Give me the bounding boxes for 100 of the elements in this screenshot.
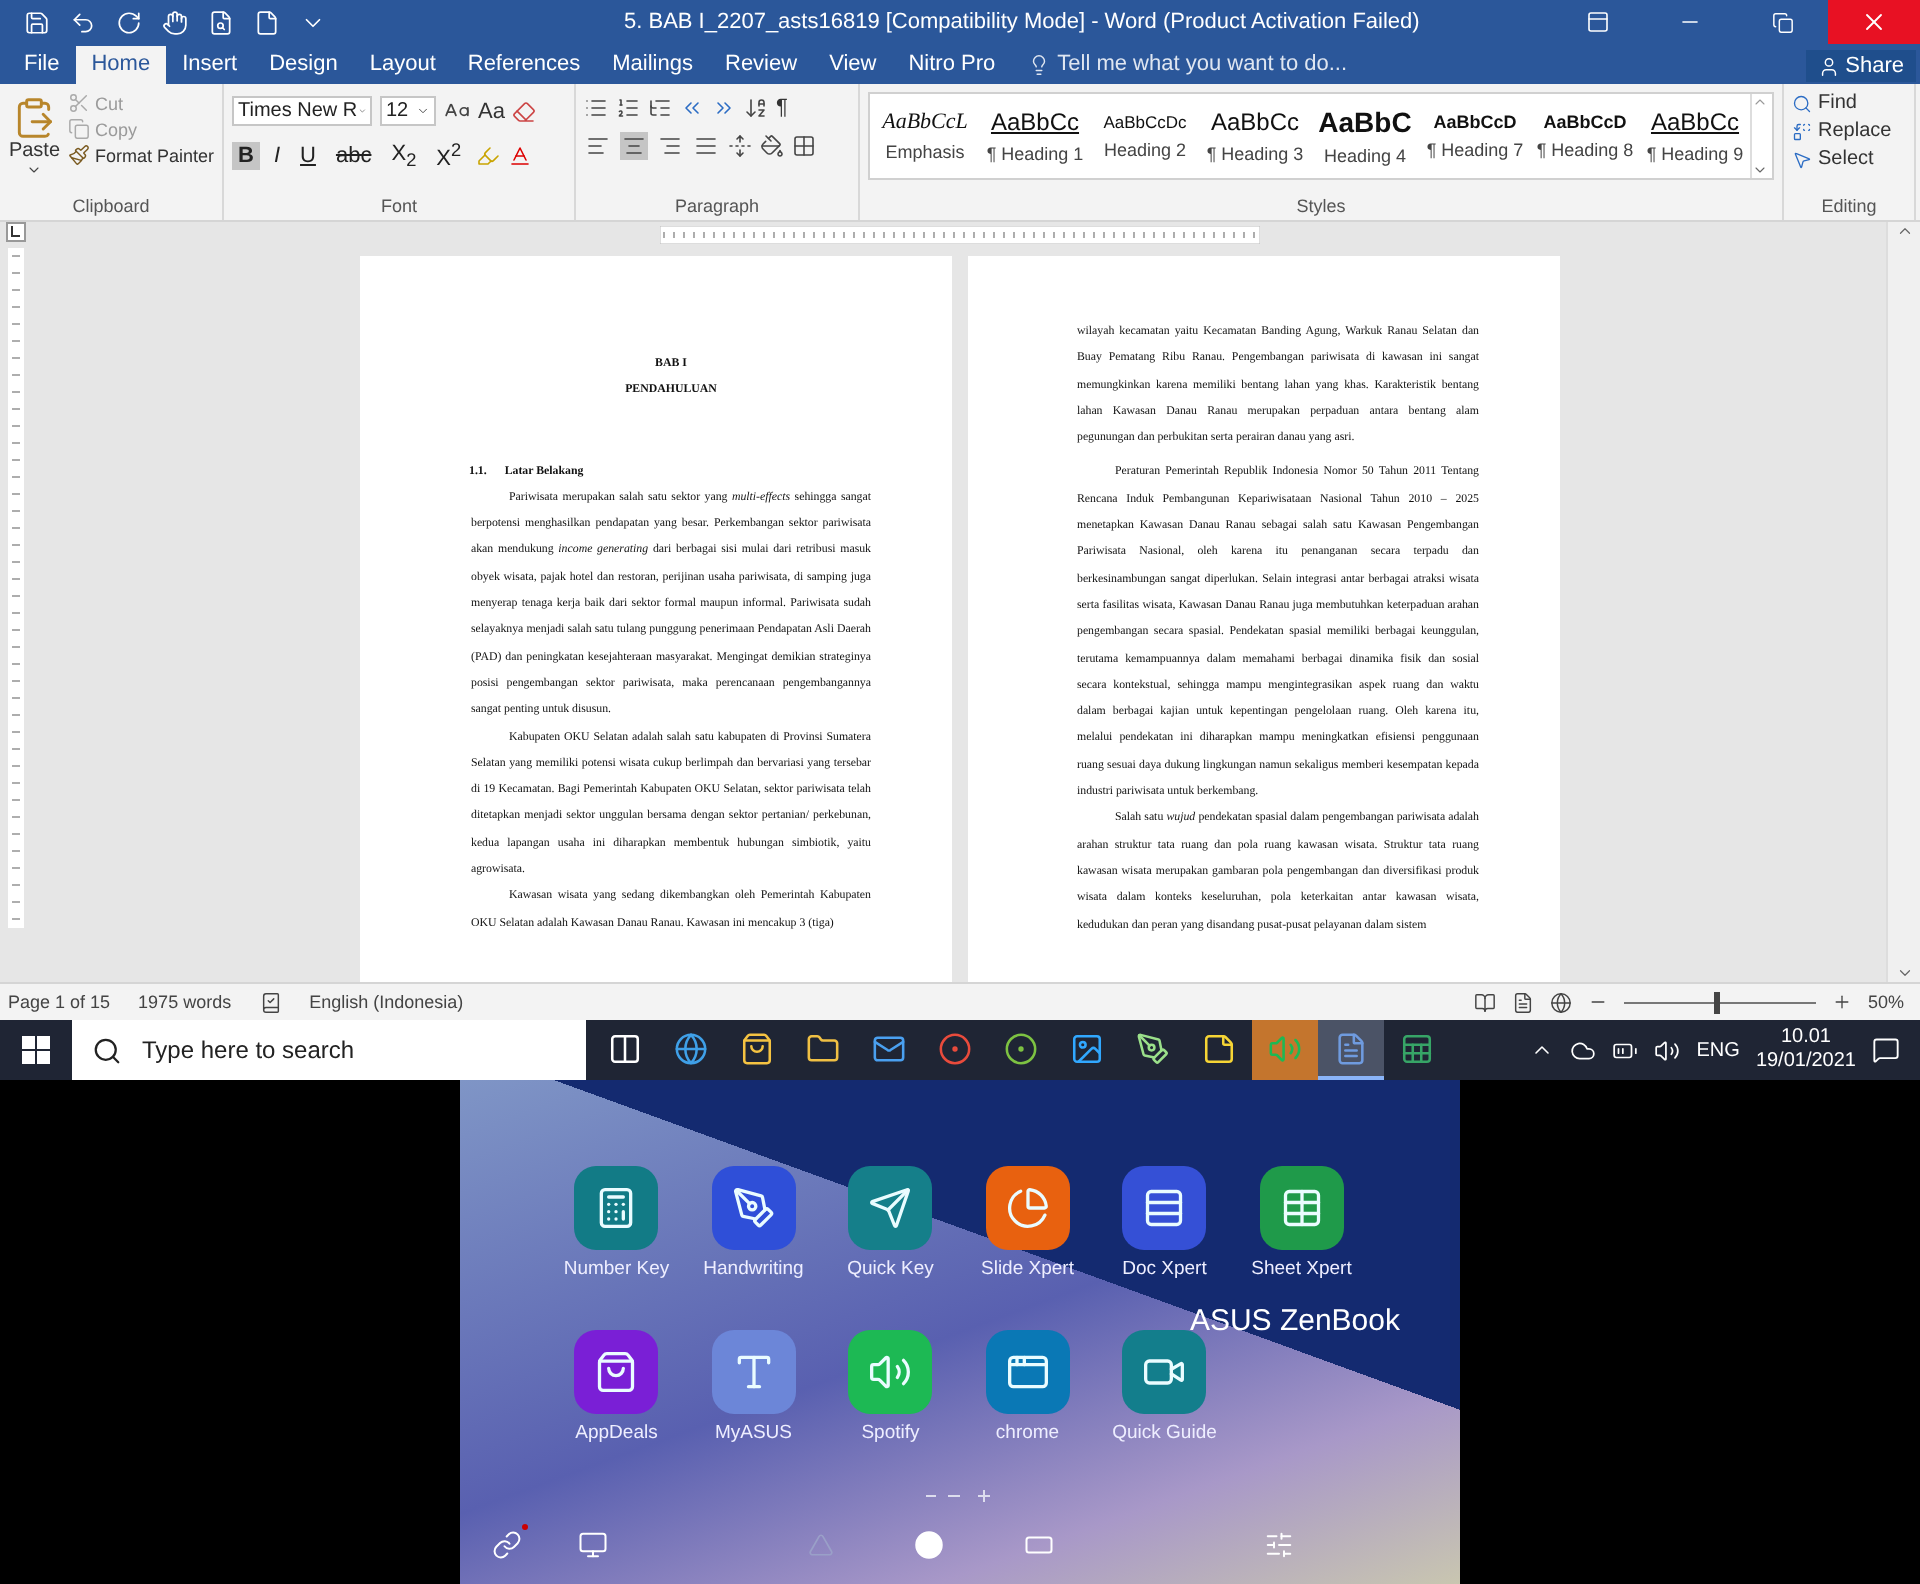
alignment-button[interactable] <box>656 132 684 160</box>
clipboard-icon[interactable] <box>12 96 57 140</box>
close-button[interactable] <box>1828 0 1920 44</box>
app-tile[interactable] <box>848 1166 933 1250</box>
scroll-up-icon[interactable] <box>1895 222 1913 240</box>
tell-me-field[interactable]: Tell me what you want to do... <box>1057 52 1348 76</box>
app-label[interactable]: Spotify <box>861 1422 920 1444</box>
taskbar-clock[interactable]: 10.01 19/01/2021 <box>1755 1026 1856 1074</box>
font-color-icon[interactable] <box>507 143 532 168</box>
ribbon-tab[interactable]: File <box>8 46 76 84</box>
tab-selector-icon[interactable] <box>6 222 26 242</box>
alignment-button[interactable] <box>692 132 720 160</box>
notifications-icon[interactable] <box>1872 1036 1900 1064</box>
proofing-icon[interactable] <box>259 991 282 1013</box>
zoom-thumb[interactable] <box>1714 991 1721 1013</box>
scroll-down-icon[interactable] <box>1752 162 1768 178</box>
format-button[interactable]: U <box>294 141 322 170</box>
app-tile[interactable] <box>574 1166 659 1250</box>
eraser-icon[interactable] <box>512 99 537 123</box>
style-swatch[interactable]: AaBbCcDc Heading 2 <box>1090 94 1200 178</box>
user-icon[interactable] <box>1817 55 1840 77</box>
cloud-icon[interactable] <box>1570 1037 1597 1063</box>
app-label[interactable]: AppDeals <box>575 1422 658 1444</box>
app-label[interactable]: Slide Xpert <box>981 1258 1074 1280</box>
caret-icon[interactable] <box>26 162 43 178</box>
zoom-level[interactable]: 50% <box>1867 992 1904 1012</box>
style-swatch[interactable]: AaBbCcD ¶ Heading 7 <box>1420 94 1530 178</box>
sort-icon[interactable] <box>744 96 768 120</box>
taskbar-search-field[interactable]: Type here to search <box>72 1020 586 1080</box>
page-indicator-icon[interactable] <box>924 1488 996 1504</box>
increase-indent-icon[interactable] <box>712 96 736 120</box>
redo-icon[interactable] <box>116 9 142 35</box>
app-tile[interactable] <box>1122 1330 1207 1414</box>
input-language[interactable]: ENG <box>1696 1039 1740 1061</box>
close-icon[interactable] <box>1860 8 1888 36</box>
language-indicator[interactable]: English (Indonesia) <box>309 992 464 1012</box>
shading-icon[interactable] <box>760 134 784 158</box>
ribbon-display-icon[interactable] <box>1586 10 1610 34</box>
paste-button[interactable]: Paste <box>8 88 61 196</box>
ribbon-tab[interactable]: Review <box>709 46 814 84</box>
ribbon-tab[interactable]: Design <box>253 46 354 84</box>
print-preview-icon[interactable] <box>208 9 234 35</box>
page-count[interactable]: Page 1 of 15 <box>8 992 111 1012</box>
ribbon-tab[interactable]: Mailings <box>596 46 709 84</box>
style-swatch[interactable]: AaBbCcL Emphasis <box>870 94 980 178</box>
app-tile[interactable] <box>848 1330 933 1414</box>
editing-command[interactable]: Find <box>1792 92 1892 114</box>
editing-command[interactable]: Replace <box>1792 120 1892 142</box>
format-button[interactable]: I <box>267 141 287 170</box>
change-case-button[interactable]: Aa <box>478 99 505 123</box>
undo-icon[interactable] <box>70 9 96 35</box>
sliders-icon[interactable] <box>1264 1529 1294 1559</box>
app-label[interactable]: Quick Key <box>847 1258 934 1280</box>
paintbrush-icon[interactable] <box>68 144 91 166</box>
line-spacing-icon[interactable] <box>728 134 752 158</box>
restore-icon[interactable] <box>1771 11 1793 33</box>
home-icon[interactable] <box>914 1529 944 1559</box>
font-size-field[interactable]: 12 <box>380 96 436 126</box>
app-label[interactable]: Sheet Xpert <box>1251 1258 1352 1280</box>
ribbon-tab[interactable]: Insert <box>166 46 254 84</box>
show-marks-button[interactable]: ¶ <box>776 96 788 120</box>
save-icon[interactable] <box>24 9 50 35</box>
font-name-field[interactable]: Times New R <box>232 96 372 126</box>
windows-logo-icon[interactable] <box>22 1036 50 1064</box>
scroll-down-icon[interactable] <box>1895 964 1913 982</box>
numbering-icon[interactable] <box>616 96 640 120</box>
ribbon-tab[interactable]: Layout <box>353 46 452 84</box>
ribbon-tab[interactable]: View <box>813 46 893 84</box>
new-document-icon[interactable] <box>254 9 280 35</box>
touchpad-icon[interactable] <box>578 1529 608 1559</box>
search-icon[interactable] <box>1792 93 1812 113</box>
app-tile[interactable] <box>1259 1166 1344 1250</box>
alignment-button[interactable] <box>620 132 648 160</box>
format-button[interactable]: abc <box>329 141 378 170</box>
editing-command[interactable]: Select <box>1792 148 1892 170</box>
style-swatch[interactable]: AaBbCc ¶ Heading 3 <box>1200 94 1310 178</box>
app-tile[interactable] <box>711 1166 796 1250</box>
style-swatch[interactable]: AaBbC Heading 4 <box>1310 94 1420 178</box>
zoom-in-icon[interactable] <box>1831 992 1852 1012</box>
word-count[interactable]: 1975 words <box>138 992 232 1012</box>
caret-icon[interactable] <box>416 104 430 118</box>
app-tile[interactable] <box>574 1330 659 1414</box>
borders-icon[interactable] <box>792 134 816 158</box>
volume-icon[interactable] <box>1654 1037 1681 1063</box>
decrease-indent-icon[interactable] <box>680 96 704 120</box>
pointer-icon[interactable] <box>1792 149 1812 169</box>
format-button[interactable]: X$_{2}$ <box>385 139 423 172</box>
style-swatch[interactable]: AaBbCc ¶ Heading 1 <box>980 94 1090 178</box>
read-mode-icon[interactable] <box>1473 991 1496 1013</box>
app-label[interactable]: MyASUS <box>714 1422 793 1444</box>
style-swatch[interactable]: AaBbCcD ¶ Heading 8 <box>1530 94 1640 178</box>
app-label[interactable]: Handwriting <box>703 1258 804 1280</box>
app-tile[interactable] <box>711 1330 796 1414</box>
hand-icon[interactable] <box>162 9 188 35</box>
link-icon[interactable] <box>492 1529 522 1559</box>
ribbon-tab[interactable]: References <box>451 46 597 84</box>
lightbulb-icon[interactable] <box>1027 53 1050 75</box>
format-button[interactable]: B <box>232 141 260 170</box>
app-label[interactable]: Number Key <box>563 1258 670 1280</box>
app-tile[interactable] <box>985 1166 1070 1250</box>
